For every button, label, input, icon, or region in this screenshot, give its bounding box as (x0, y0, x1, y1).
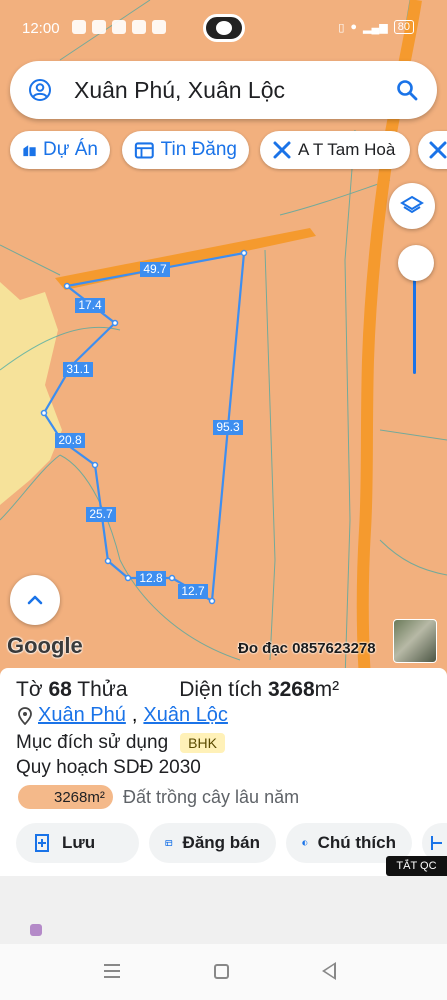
location-icon: ● (350, 21, 358, 33)
street-view-thumbnail[interactable] (393, 619, 437, 663)
listing-icon (134, 142, 154, 159)
notification-icons (72, 20, 166, 34)
comma-separator: , (131, 704, 138, 726)
chip-label: Dự Án (43, 139, 98, 160)
ward-link[interactable]: Xuân Phú (38, 704, 126, 727)
post-for-sale-button[interactable]: Đăng bán (149, 823, 276, 863)
search-query[interactable]: Xuân Phú, Xuân Lộc (74, 77, 285, 104)
purpose-code-badge: BHK (180, 733, 225, 753)
purpose-label: Mục đích sử dụng (16, 732, 169, 753)
action-buttons: Lưu Đăng bán Chú thích (0, 823, 447, 863)
tools-icon (273, 141, 291, 159)
edge-label: 17.4 (75, 298, 105, 313)
parcel-summary: Tờ 68 Thửa Diện tích 3268m² (16, 678, 339, 702)
plot-label: Thửa (77, 678, 128, 701)
notification-icon (132, 20, 146, 34)
opacity-slider-track[interactable] (413, 279, 416, 374)
planning-area-bar: 3268m² (18, 785, 113, 809)
recent-apps-icon[interactable] (104, 964, 120, 978)
signal-icon: ▂▄▆ (363, 21, 388, 34)
status-bar: 12:00 ▯ ● ▂▄▆ 80 (0, 0, 447, 58)
survey-contact[interactable]: Đo đạc 0857623278 (238, 640, 376, 657)
edge-label: 20.8 (55, 433, 85, 448)
system-navigation-bar (0, 944, 447, 1000)
edge-label: 31.1 (63, 362, 93, 377)
area-label: Diện tích (179, 678, 263, 701)
action-label: Lưu (62, 833, 96, 852)
district-link[interactable]: Xuân Lộc (143, 704, 228, 727)
opacity-slider-knob[interactable] (398, 245, 434, 281)
planning-row: 3268m² Đất trồng cây lâu năm (18, 785, 299, 809)
building-icon (23, 145, 36, 157)
edge-label: 25.7 (86, 507, 116, 522)
sheet-number: 68 (48, 678, 72, 701)
chevron-up-icon (27, 595, 43, 605)
chip-more[interactable] (418, 131, 447, 169)
area-value: 3268 (267, 678, 315, 701)
planning-land-type: Đất trồng cây lâu năm (123, 786, 300, 807)
chip-label: Tin Đăng (160, 139, 237, 160)
land-use-purpose: Mục đích sử dụng BHK (16, 732, 225, 754)
planning-label: Quy hoạch SDĐ 2030 (16, 757, 201, 778)
notification-icon (72, 20, 86, 34)
parcel-info-sheet: Tờ 68 Thửa Diện tích 3268m² Xuân Phú, Xu… (0, 668, 447, 878)
account-icon[interactable] (28, 78, 52, 102)
parcel-location: Xuân Phú, Xuân Lộc (18, 704, 228, 727)
chip-du-an[interactable]: Dự Án (10, 131, 110, 169)
search-bar[interactable]: Xuân Phú, Xuân Lộc (10, 61, 437, 119)
search-icon[interactable] (395, 78, 419, 102)
battery-icon: 80 (393, 20, 414, 34)
expand-sheet-button[interactable] (10, 575, 60, 625)
save-button[interactable]: Lưu (16, 823, 139, 863)
notification-icon (112, 20, 126, 34)
notification-icon (92, 20, 106, 34)
ad-banner-area (0, 876, 447, 944)
layers-button[interactable] (389, 183, 435, 229)
chip-label: A T Tam Hoà (298, 140, 396, 159)
edge-label: 49.7 (140, 262, 170, 277)
google-logo: Google (7, 633, 83, 658)
add-bookmark-icon (35, 834, 49, 852)
location-pin-icon (18, 706, 32, 725)
filter-chips: Dự Án Tin Đăng A T Tam Hoà (10, 131, 447, 169)
back-icon[interactable] (322, 962, 336, 980)
chip-a-t-tam-hoa[interactable]: A T Tam Hoà (260, 131, 410, 169)
edge-label: 12.7 (178, 584, 208, 599)
disable-ads-button[interactable]: TẮT QC (386, 856, 447, 876)
system-icons: ▯ ● ▂▄▆ 80 (338, 20, 414, 34)
area-unit: m² (314, 678, 340, 701)
layers-icon (400, 195, 424, 214)
legend-icon (302, 840, 308, 846)
hotspot-icon (203, 14, 245, 42)
post-sale-icon (165, 839, 173, 847)
sheet-label: Tờ (16, 678, 43, 701)
status-time: 12:00 (22, 20, 60, 37)
action-label: Chú thích (317, 833, 396, 852)
edge-label: 95.3 (213, 420, 243, 435)
vibrate-icon: ▯ (338, 21, 345, 34)
app-badge-icon (30, 924, 42, 936)
edge-label: 12.8 (136, 571, 166, 586)
tools-icon (429, 141, 447, 159)
yellow-land-area (0, 282, 62, 505)
action-label: Đăng bán (182, 833, 260, 852)
home-icon[interactable] (214, 964, 229, 979)
more-action-icon (431, 836, 442, 850)
check-icon (152, 20, 166, 34)
chip-tin-dang[interactable]: Tin Đăng (122, 131, 249, 169)
